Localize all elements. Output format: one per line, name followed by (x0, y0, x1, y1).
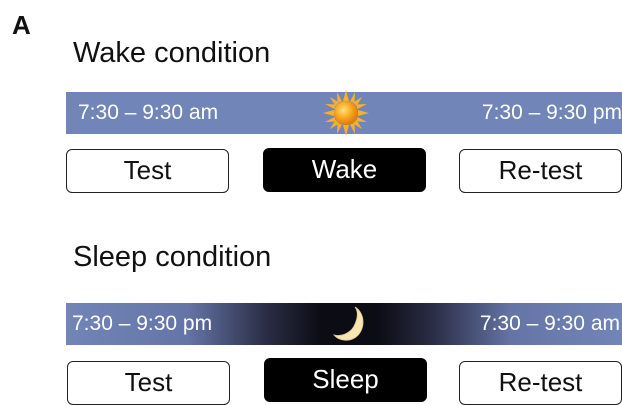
sleep-test-box: Test (67, 361, 230, 405)
sleep-time-bar: 7:30 – 9:30 pm 7:30 – 9:30 am (66, 303, 622, 345)
wake-bar-end-time: 7:30 – 9:30 pm (481, 101, 622, 124)
moon-icon (332, 306, 364, 341)
sleep-period-box: Sleep (264, 358, 427, 402)
wake-bar-start-time: 7:30 – 9:30 am (78, 101, 219, 124)
wake-time-bar: 7:30 – 9:30 am 7:30 – 9:30 pm (66, 90, 622, 136)
sleep-bar-start-time: 7:30 – 9:30 pm (72, 312, 213, 335)
sleep-bar-end-time: 7:30 – 9:30 am (479, 312, 620, 335)
wake-retest-box: Re-test (459, 149, 622, 193)
wake-period-box: Wake (263, 148, 426, 192)
sleep-condition-title: Sleep condition (73, 241, 272, 273)
panel-label: A (12, 10, 31, 40)
sleep-retest-box: Re-test (459, 361, 622, 405)
wake-condition-title: Wake condition (73, 37, 271, 69)
wake-test-box: Test (66, 149, 229, 193)
sun-icon (323, 90, 369, 136)
